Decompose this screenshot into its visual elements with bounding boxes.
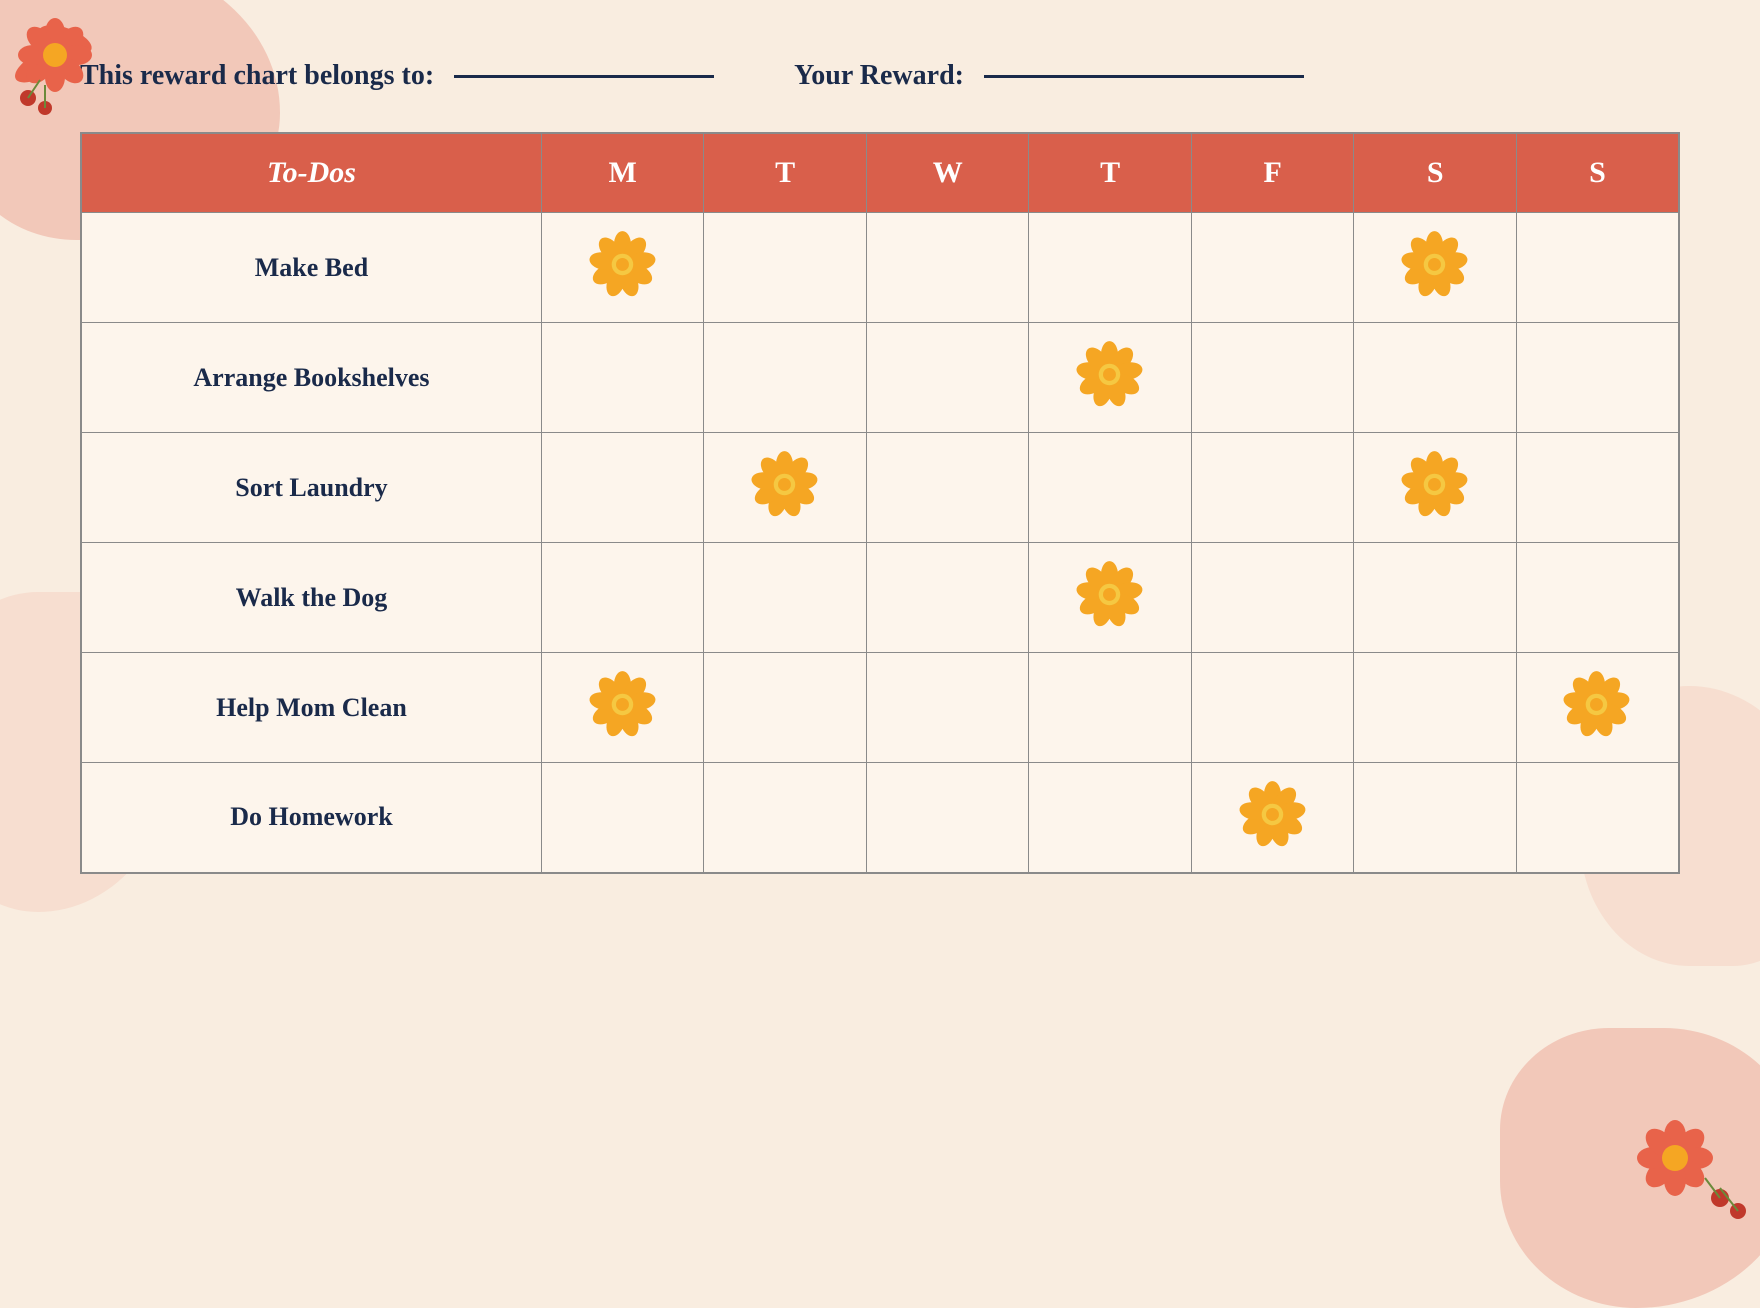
cell-row4-day1 (704, 653, 867, 763)
cell-row4-day3 (1029, 653, 1192, 763)
cell-row2-day2 (866, 433, 1029, 543)
cell-row2-day3 (1029, 433, 1192, 543)
cell-row5-day4 (1191, 763, 1354, 873)
cell-row0-day0 (541, 213, 704, 323)
column-header-todos: To-Dos (81, 133, 541, 213)
table-row: Sort Laundry (81, 433, 1679, 543)
cell-row1-day1 (704, 323, 867, 433)
column-header-monday: M (541, 133, 704, 213)
cell-row5-day3 (1029, 763, 1192, 873)
cell-row5-day2 (866, 763, 1029, 873)
belongs-label: This reward chart belongs to: (80, 60, 434, 92)
cell-row3-day4 (1191, 543, 1354, 653)
main-content: This reward chart belongs to: Your Rewar… (0, 0, 1760, 914)
reward-underline (984, 75, 1304, 78)
flower-star-icon (750, 450, 820, 520)
flower-star-icon (1562, 670, 1632, 740)
reward-label: Your Reward: (794, 60, 964, 92)
column-header-saturday: S (1354, 133, 1517, 213)
flower-star-icon (588, 230, 658, 300)
cell-row0-day3 (1029, 213, 1192, 323)
task-name-4: Help Mom Clean (81, 653, 541, 763)
flower-star-icon (1075, 340, 1145, 410)
cell-row2-day6 (1516, 433, 1679, 543)
cell-row5-day0 (541, 763, 704, 873)
cell-row0-day4 (1191, 213, 1354, 323)
cell-row1-day2 (866, 323, 1029, 433)
cell-row3-day3 (1029, 543, 1192, 653)
decorative-flower-top-left (10, 10, 130, 135)
table-row: Walk the Dog (81, 543, 1679, 653)
belongs-underline (454, 75, 714, 78)
task-name-0: Make Bed (81, 213, 541, 323)
cell-row0-day6 (1516, 213, 1679, 323)
reward-chart-table: To-Dos M T W T F S S Make Bed (80, 132, 1680, 874)
cell-row0-day5 (1354, 213, 1517, 323)
flower-star-icon (1075, 560, 1145, 630)
task-name-3: Walk the Dog (81, 543, 541, 653)
cell-row5-day1 (704, 763, 867, 873)
cell-row3-day1 (704, 543, 867, 653)
column-header-thursday: T (1029, 133, 1192, 213)
cell-row4-day2 (866, 653, 1029, 763)
column-header-wednesday: W (866, 133, 1029, 213)
flower-star-icon (588, 670, 658, 740)
cell-row3-day2 (866, 543, 1029, 653)
cell-row2-day4 (1191, 433, 1354, 543)
task-name-2: Sort Laundry (81, 433, 541, 543)
cell-row5-day5 (1354, 763, 1517, 873)
task-name-5: Do Homework (81, 763, 541, 873)
cell-row4-day4 (1191, 653, 1354, 763)
cell-row0-day2 (866, 213, 1029, 323)
cell-row1-day5 (1354, 323, 1517, 433)
cell-row1-day6 (1516, 323, 1679, 433)
cell-row3-day0 (541, 543, 704, 653)
flower-star-icon (1238, 780, 1308, 850)
table-row: Do Homework (81, 763, 1679, 873)
column-header-tuesday: T (704, 133, 867, 213)
cell-row4-day6 (1516, 653, 1679, 763)
table-row: Arrange Bookshelves (81, 323, 1679, 433)
cell-row1-day0 (541, 323, 704, 433)
header-section: This reward chart belongs to: Your Rewar… (80, 60, 1680, 92)
cell-row4-day0 (541, 653, 704, 763)
table-header-row: To-Dos M T W T F S S (81, 133, 1679, 213)
decorative-flower-bottom-right (1620, 1103, 1750, 1238)
table-row: Help Mom Clean (81, 653, 1679, 763)
cell-row3-day5 (1354, 543, 1517, 653)
cell-row2-day5 (1354, 433, 1517, 543)
cell-row1-day4 (1191, 323, 1354, 433)
cell-row2-day1 (704, 433, 867, 543)
cell-row5-day6 (1516, 763, 1679, 873)
cell-row0-day1 (704, 213, 867, 323)
cell-row4-day5 (1354, 653, 1517, 763)
cell-row1-day3 (1029, 323, 1192, 433)
column-header-friday: F (1191, 133, 1354, 213)
flower-star-icon (1400, 450, 1470, 520)
column-header-sunday: S (1516, 133, 1679, 213)
cell-row3-day6 (1516, 543, 1679, 653)
flower-star-icon (1400, 230, 1470, 300)
task-name-1: Arrange Bookshelves (81, 323, 541, 433)
cell-row2-day0 (541, 433, 704, 543)
table-row: Make Bed (81, 213, 1679, 323)
